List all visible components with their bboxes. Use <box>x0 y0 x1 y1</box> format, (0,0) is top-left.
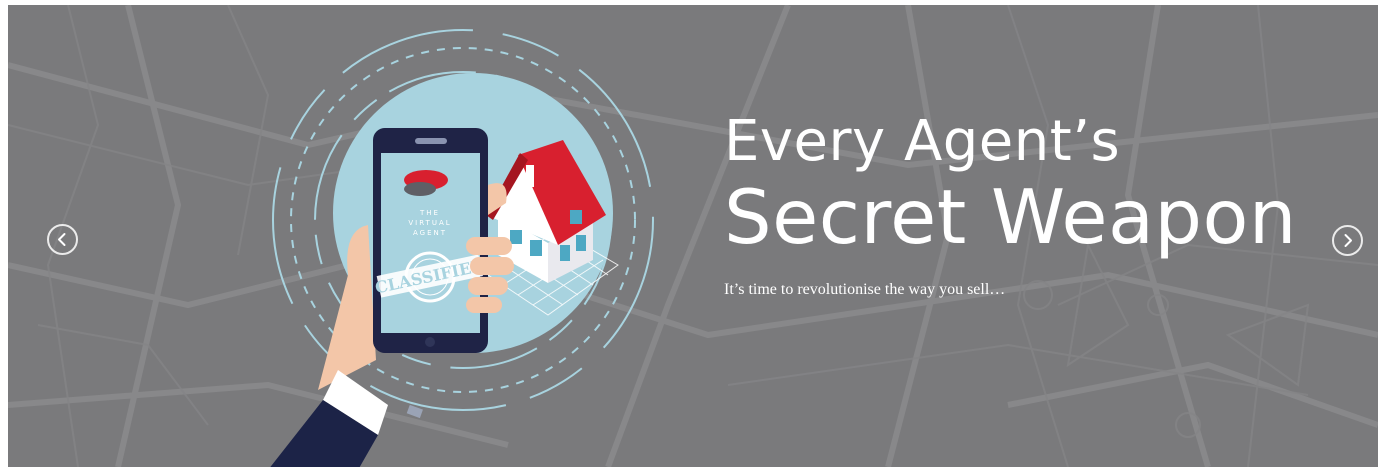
hand-and-phone: THE VIRTUAL AGENT CLASSIFIED <box>270 128 514 467</box>
phone-logo-line1: THE <box>419 209 440 217</box>
headline-line-1: Every Agent’s <box>724 109 1121 174</box>
hero-banner: THE VIRTUAL AGENT CLASSIFIED Every Agent… <box>8 5 1378 467</box>
chevron-left-icon <box>58 233 66 246</box>
slider-next-button[interactable] <box>1332 225 1363 256</box>
phone-logo-line3: AGENT <box>413 229 447 237</box>
chevron-right-icon <box>1344 234 1352 247</box>
hero-subtitle: It’s time to revolutionise the way you s… <box>724 281 1006 298</box>
headline-line-2: Secret Weapon <box>724 173 1297 261</box>
phone-logo-line2: VIRTUAL <box>408 219 451 227</box>
hero-headline: Every Agent’s Secret Weapon <box>724 109 1297 259</box>
slider-prev-button[interactable] <box>47 224 78 255</box>
phone-house-illustration: THE VIRTUAL AGENT CLASSIFIED <box>270 29 654 467</box>
